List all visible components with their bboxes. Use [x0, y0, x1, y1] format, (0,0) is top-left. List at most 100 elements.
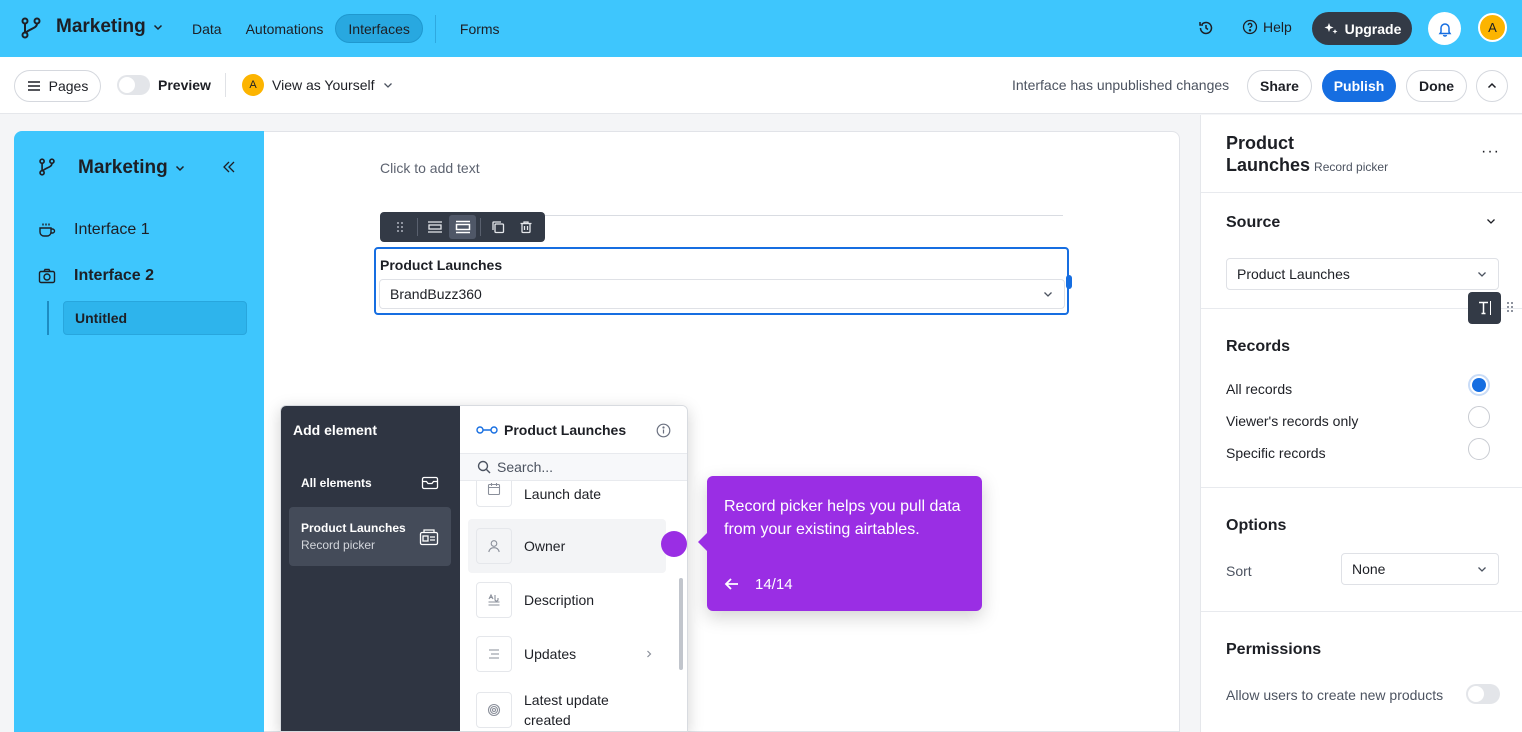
field-label: Description [524, 592, 595, 608]
tour-tooltip: Record picker helps you pull data from y… [698, 476, 982, 611]
base-name: Marketing [56, 16, 146, 37]
field-item-latest-update-created[interactable]: Latest update created [468, 689, 666, 731]
notifications-button[interactable] [1428, 12, 1461, 45]
record-option-viewer-radio[interactable] [1468, 406, 1490, 428]
help-label: Help [1263, 19, 1292, 35]
drag-handle-icon[interactable] [386, 215, 413, 239]
help-button[interactable]: Help [1242, 19, 1292, 35]
view-as-label: View as Yourself [272, 77, 375, 93]
nav-divider [434, 14, 436, 43]
camera-icon [38, 268, 56, 284]
info-icon[interactable] [656, 423, 671, 438]
table-name: Product Launches [504, 422, 627, 438]
panel-subtitle: Record picker [1314, 160, 1389, 174]
text-element-placeholder[interactable]: Click to add text [380, 160, 480, 176]
chevron-down-icon [1476, 563, 1488, 575]
tour-text: Record picker helps you pull data from y… [724, 498, 961, 538]
long-text-icon [476, 582, 512, 618]
field-label: Launch date [524, 486, 602, 502]
sidebar-page-untitled[interactable]: Untitled [63, 301, 247, 335]
base-branch-icon [38, 158, 56, 176]
base-name-dropdown[interactable]: Marketing [56, 16, 164, 38]
nav-data[interactable]: Data [180, 14, 234, 43]
record-picker-select[interactable]: BrandBuzz360 [379, 279, 1065, 309]
sidebar-item-interface-2[interactable]: Interface 2 [38, 267, 154, 285]
search-icon [477, 460, 491, 474]
bell-icon [1437, 21, 1453, 37]
more-options-icon[interactable]: ··· [1481, 143, 1500, 161]
sidebar-item-label: Interface 2 [74, 267, 155, 284]
element-toolbar [380, 212, 545, 242]
toolbar-divider [417, 218, 418, 236]
records-heading: Records [1226, 338, 1291, 355]
text-tool-button[interactable] [1468, 292, 1501, 324]
record-picker-category[interactable]: Product Launches Record picker [289, 507, 451, 566]
view-as-dropdown[interactable]: A View as Yourself [242, 74, 394, 96]
sidebar-item-label: Interface 1 [74, 221, 150, 238]
sort-select[interactable]: None [1341, 553, 1499, 585]
pages-button[interactable]: Pages [14, 70, 101, 102]
field-search-input[interactable] [497, 459, 667, 475]
field-label: Latest update created [524, 690, 609, 730]
link-icon [476, 425, 498, 435]
share-button[interactable]: Share [1247, 70, 1312, 102]
done-button[interactable]: Done [1406, 70, 1467, 102]
preview-toggle[interactable] [117, 75, 150, 95]
width-full-icon[interactable] [449, 215, 477, 239]
arrow-left-icon[interactable] [724, 577, 740, 591]
panel-divider [1201, 611, 1522, 612]
record-picker-element[interactable]: Product Launches BrandBuzz360 [374, 247, 1072, 315]
sidebar-item-interface-1[interactable]: Interface 1 [38, 221, 150, 239]
all-elements-label: All elements [301, 476, 372, 490]
elements-tray-icon [421, 475, 439, 491]
chevron-right-icon [644, 649, 654, 659]
nav-automations[interactable]: Automations [234, 14, 336, 43]
source-value: Product Launches [1237, 266, 1350, 282]
element-categories: Add element All elements Product Launche… [281, 406, 460, 731]
record-option-label: Specific records [1226, 445, 1326, 461]
upgrade-label: Upgrade [1344, 20, 1402, 37]
field-label-line2: created [524, 712, 571, 728]
collapse-toolbar-button[interactable] [1476, 70, 1508, 102]
preview-label: Preview [158, 77, 211, 93]
fingerprint-icon [476, 692, 512, 728]
category-subtitle: Record picker [301, 538, 376, 552]
collapse-sidebar-icon[interactable] [221, 159, 237, 175]
record-option-all-radio[interactable] [1468, 374, 1490, 396]
field-item-owner[interactable]: Owner [468, 519, 666, 573]
interface-sidebar: Marketing Interface 1 Interface 2 Untitl… [14, 131, 264, 732]
chevron-down-icon [382, 79, 394, 91]
sort-label: Sort [1226, 563, 1252, 579]
duplicate-icon[interactable] [485, 215, 512, 239]
history-icon[interactable] [1197, 19, 1215, 37]
field-item-updates[interactable]: Updates [468, 635, 666, 673]
record-option-specific-radio[interactable] [1468, 438, 1490, 460]
drag-handle-icon[interactable] [1506, 300, 1514, 314]
sidebar-base-dropdown[interactable]: Marketing [78, 157, 186, 179]
permissions-heading: Permissions [1226, 641, 1322, 658]
field-list-scrollbar[interactable] [679, 578, 683, 670]
nav-forms[interactable]: Forms [448, 14, 512, 43]
user-avatar[interactable]: A [1478, 13, 1507, 42]
resize-handle[interactable] [1066, 275, 1072, 289]
text-cursor-icon [1476, 299, 1494, 317]
field-search [460, 453, 687, 481]
chevron-down-icon [152, 21, 164, 33]
record-picker-value: BrandBuzz360 [390, 286, 482, 302]
field-item-launch-date[interactable]: Launch date [468, 481, 666, 507]
field-item-description[interactable]: Description [468, 581, 666, 619]
record-option-label: All records [1226, 381, 1293, 397]
base-branch-icon[interactable] [20, 17, 42, 39]
allow-create-toggle[interactable] [1466, 684, 1500, 704]
chevron-down-icon[interactable] [1485, 215, 1497, 227]
upgrade-button[interactable]: Upgrade [1312, 12, 1412, 45]
all-elements-item[interactable]: All elements [289, 468, 451, 498]
trash-icon[interactable] [512, 215, 539, 239]
publish-button[interactable]: Publish [1322, 70, 1396, 102]
source-select[interactable]: Product Launches [1226, 258, 1499, 290]
width-compact-icon[interactable] [422, 215, 449, 239]
list-icon [476, 636, 512, 672]
field-label: Updates [524, 646, 577, 662]
tour-hotspot[interactable] [661, 531, 687, 557]
nav-interfaces[interactable]: Interfaces [335, 14, 423, 43]
